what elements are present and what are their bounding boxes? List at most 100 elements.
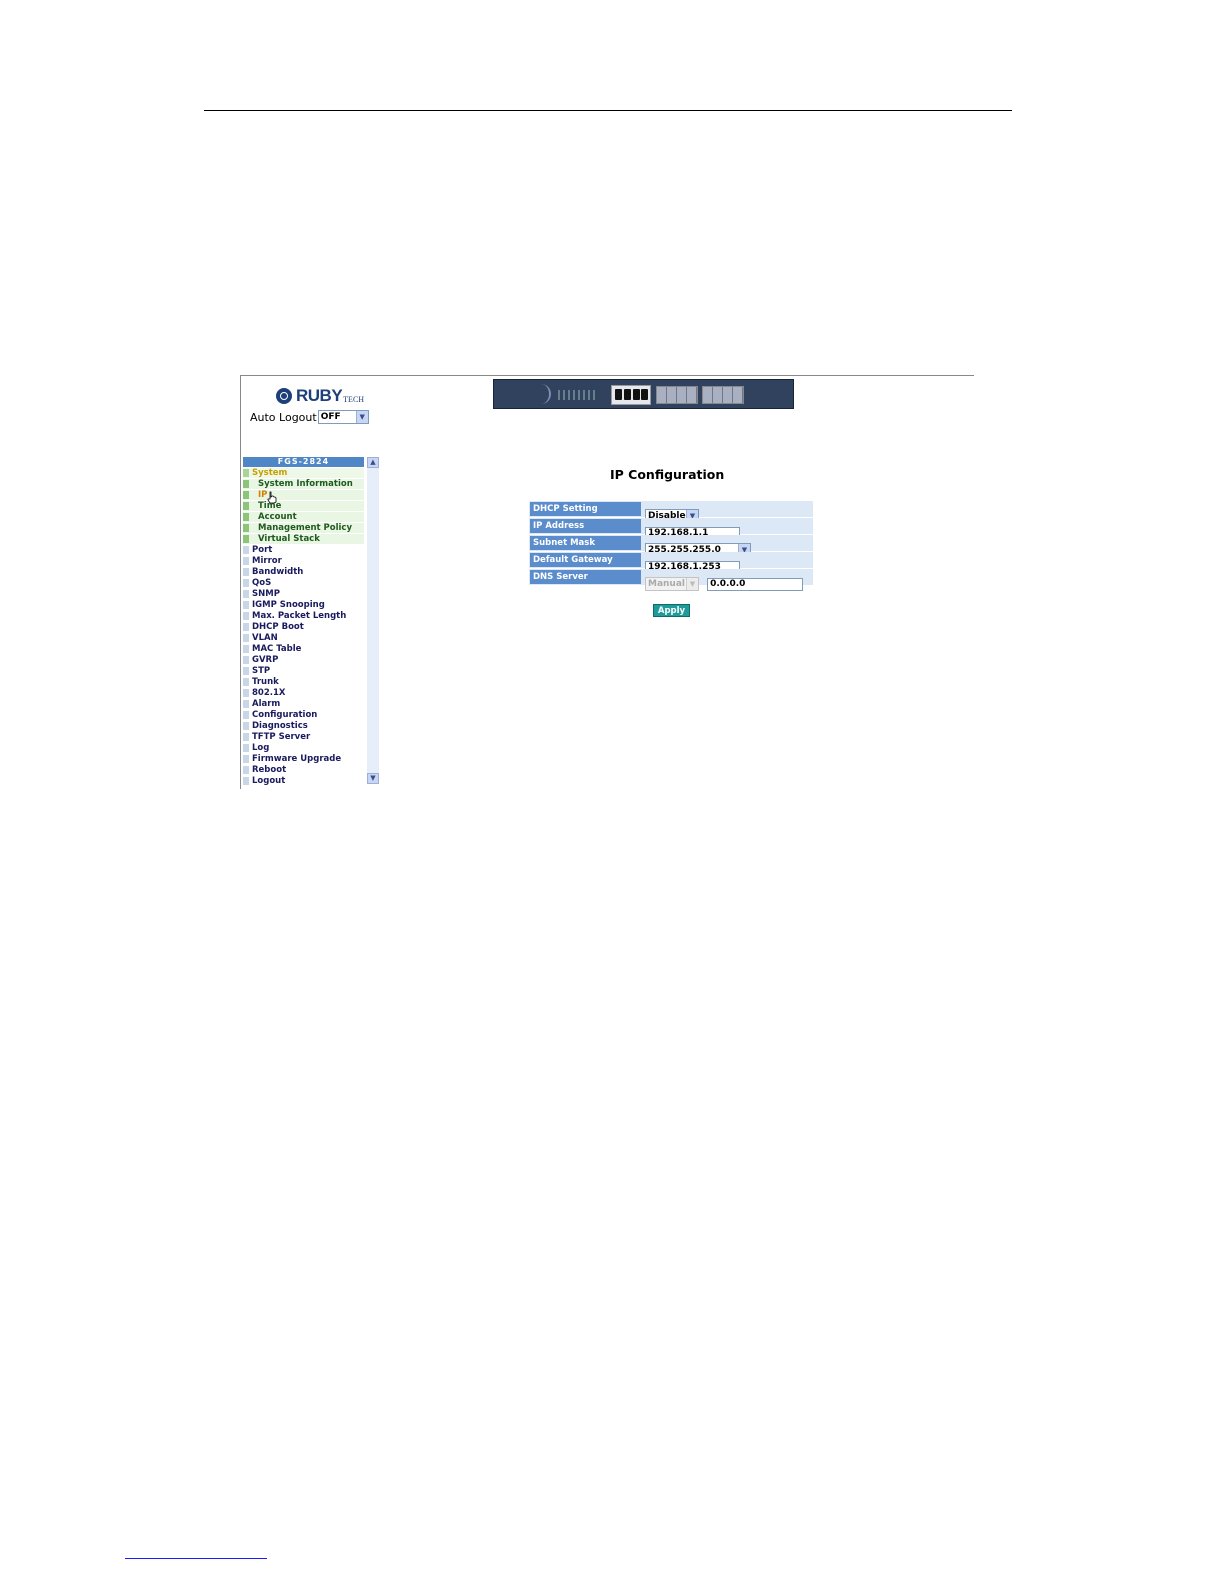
tree-bullet-icon: [243, 502, 249, 510]
tree-item-label: IGMP Snooping: [252, 600, 325, 610]
chevron-down-icon[interactable]: ▼: [355, 411, 368, 423]
tree-item[interactable]: VLAN: [243, 633, 364, 644]
tree-item[interactable]: Firmware Upgrade: [243, 754, 364, 765]
scroll-up-icon[interactable]: ▲: [367, 457, 379, 468]
tree-item[interactable]: SNMP: [243, 589, 364, 600]
auto-logout: Auto Logout OFF ▼: [250, 410, 369, 424]
tree-bullet-icon: [243, 733, 249, 741]
tree-bullet-icon: [243, 579, 249, 587]
tree-item[interactable]: TFTP Server: [243, 732, 364, 743]
tree-item[interactable]: Max. Packet Length: [243, 611, 364, 622]
tree-bullet-icon: [243, 722, 249, 730]
tree-item[interactable]: System: [243, 468, 364, 479]
tree-item-label: MAC Table: [252, 644, 302, 654]
hand-cursor-icon: [267, 491, 277, 504]
tree-item-label: Firmware Upgrade: [252, 754, 342, 764]
tree-item[interactable]: GVRP: [243, 655, 364, 666]
tree-item-label: TFTP Server: [252, 732, 311, 742]
tree-item[interactable]: Logout: [243, 776, 364, 787]
tree-bullet-icon: [243, 568, 249, 576]
tree-bullet-icon: [243, 755, 249, 763]
tree-item[interactable]: Trunk: [243, 677, 364, 688]
dns-server-row: DNS Server Manual ▼ 0.0.0.0: [529, 569, 813, 591]
tree-item-label: Port: [252, 545, 273, 555]
tree-item[interactable]: Reboot: [243, 765, 364, 776]
chevron-down-icon[interactable]: ▼: [686, 578, 698, 590]
tree-bullet-icon: [243, 634, 249, 642]
port-status-icon: [611, 385, 651, 405]
tree-item[interactable]: Mirror: [243, 556, 364, 567]
tree-bullet-icon: [243, 656, 249, 664]
default-gateway-label: Default Gateway: [530, 553, 641, 567]
tree-item[interactable]: IGMP Snooping: [243, 600, 364, 611]
tree-bullet-icon: [243, 623, 249, 631]
tree-item-label: SNMP: [252, 589, 280, 599]
tree-item[interactable]: IP: [243, 490, 364, 501]
tree-item[interactable]: DHCP Boot: [243, 622, 364, 633]
auto-logout-select[interactable]: OFF ▼: [317, 410, 369, 424]
tree-bullet-icon: [243, 535, 249, 543]
tree-item-label: Max. Packet Length: [252, 611, 347, 621]
ip-config-form: DHCP Setting Disable ▼ IP Address 192.16…: [529, 501, 813, 591]
tree-item-label: Bandwidth: [252, 567, 304, 577]
dns-server-input[interactable]: 0.0.0.0: [707, 578, 804, 591]
tree-item[interactable]: Diagnostics: [243, 721, 364, 732]
tree-item-label: 802.1X: [252, 688, 286, 698]
tree-item[interactable]: Management Policy: [243, 523, 364, 534]
auto-logout-value: OFF: [320, 412, 341, 422]
tree-item-label: QoS: [252, 578, 272, 588]
dns-server-label: DNS Server: [530, 570, 641, 584]
tree-item[interactable]: Configuration: [243, 710, 364, 721]
subnet-mask-label: Subnet Mask: [530, 536, 641, 550]
tree-item-label: VLAN: [252, 633, 278, 643]
tree-item[interactable]: 802.1X: [243, 688, 364, 699]
tree-item-label: System: [252, 468, 288, 478]
tree-item-label: Management Policy: [258, 523, 353, 533]
tree-item[interactable]: STP: [243, 666, 364, 677]
tree-item[interactable]: System Information: [243, 479, 364, 490]
tree-item-label: Alarm: [252, 699, 281, 709]
tree-item-label: STP: [252, 666, 271, 676]
tree-bullet-icon: [243, 744, 249, 752]
dhcp-setting-row: DHCP Setting Disable ▼: [529, 501, 813, 523]
navigation-tree: FGS-2824 System System Information IP Time A…: [243, 457, 379, 787]
dhcp-setting-label: DHCP Setting: [530, 502, 641, 516]
tree-list: System System Information IP Time Account Man…: [243, 468, 364, 787]
scroll-down-icon[interactable]: ▼: [367, 773, 379, 784]
tree-bullet-icon: [243, 667, 249, 675]
apply-button[interactable]: Apply: [653, 604, 690, 617]
tree-bullet-icon: [243, 766, 249, 774]
tree-title: FGS-2824: [243, 457, 364, 467]
logo-subtext: TECH: [343, 394, 365, 404]
tree-item[interactable]: Bandwidth: [243, 567, 364, 578]
tree-item-label: Mirror: [252, 556, 282, 566]
tree-scrollbar[interactable]: ▲ ▼: [367, 457, 379, 784]
tree-bullet-icon: [243, 711, 249, 719]
tree-item-label: IP: [258, 490, 268, 500]
tree-item[interactable]: MAC Table: [243, 644, 364, 655]
dns-mode-select[interactable]: Manual ▼: [645, 577, 699, 591]
tree-item[interactable]: QoS: [243, 578, 364, 589]
tree-item[interactable]: Time: [243, 501, 364, 512]
tree-item-label: Account: [258, 512, 297, 522]
tree-item-label: Trunk: [252, 677, 279, 687]
tree-item-label: Configuration: [252, 710, 318, 720]
footnote-rule: [125, 1558, 267, 1559]
tree-bullet-icon: [243, 689, 249, 697]
tree-item[interactable]: Log: [243, 743, 364, 754]
tree-item-label: Logout: [252, 776, 286, 786]
tree-bullet-icon: [243, 480, 249, 488]
tree-bullet-icon: [243, 645, 249, 653]
tree-item[interactable]: Port: [243, 545, 364, 556]
tree-bullet-icon: [243, 491, 249, 499]
tree-item[interactable]: Virtual Stack: [243, 534, 364, 545]
page-header-rule: [204, 110, 1012, 111]
logo-text: RUBY: [296, 386, 343, 405]
tree-bullet-icon: [243, 524, 249, 532]
tree-item[interactable]: Alarm: [243, 699, 364, 710]
tree-bullet-icon: [243, 513, 249, 521]
tree-item-label: Reboot: [252, 765, 287, 775]
tree-item[interactable]: Account: [243, 512, 364, 523]
logo-mark-icon: [276, 388, 292, 404]
tree-bullet-icon: [243, 469, 249, 477]
